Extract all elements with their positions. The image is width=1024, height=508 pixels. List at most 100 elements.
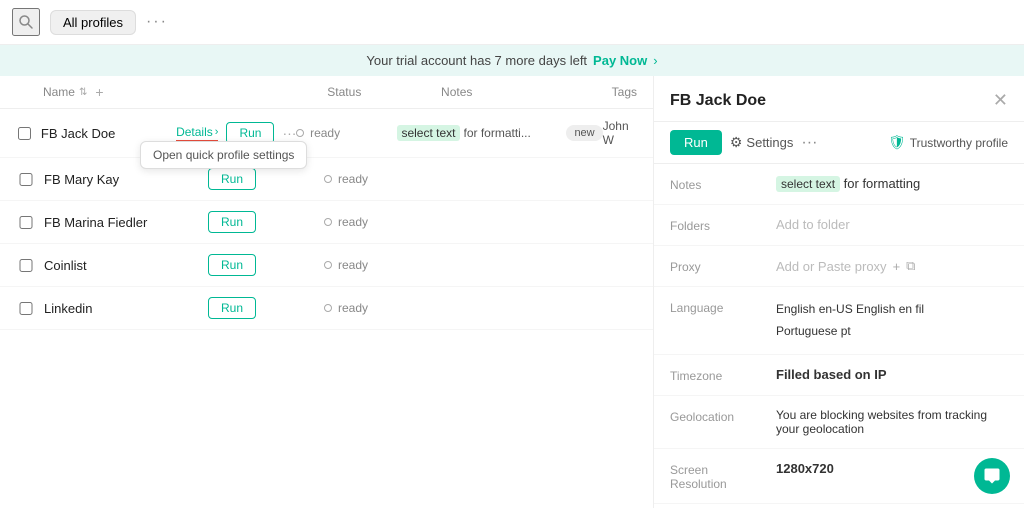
- status-text: ready: [338, 172, 368, 186]
- sort-icon[interactable]: ⇅: [79, 87, 87, 98]
- notes-highlight: select text: [776, 176, 840, 192]
- tooltip: Open quick profile settings: [140, 141, 307, 169]
- gear-icon: ⚙: [730, 134, 743, 151]
- note-highlight: select text: [397, 125, 459, 141]
- profile-name-cell: FB Mary Kay: [44, 172, 204, 187]
- language-value: English en-US English en fil Portuguese …: [776, 299, 1008, 342]
- toolbar-more-button[interactable]: ···: [801, 134, 817, 152]
- language-label: Language: [670, 299, 760, 315]
- right-panel-content: Notes select text for formatting Folders…: [654, 164, 1024, 508]
- status-cell: ready: [324, 172, 444, 186]
- notes-label: Notes: [670, 176, 760, 192]
- pay-now-link[interactable]: Pay Now: [593, 53, 647, 68]
- details-link[interactable]: Details ›: [176, 125, 218, 142]
- profile-name: Coinlist: [44, 258, 87, 273]
- row-checkbox[interactable]: [16, 216, 36, 229]
- shield-icon: 🛡: [888, 134, 906, 151]
- proxy-label: Proxy: [670, 258, 760, 274]
- notes-value: select text for formatting: [776, 176, 1008, 191]
- toolbar-run-button[interactable]: Run: [670, 130, 722, 155]
- run-button[interactable]: Run: [208, 297, 256, 319]
- language-detail-row: Language English en-US English en fil Po…: [654, 287, 1024, 355]
- status-indicator: [324, 175, 332, 183]
- profile-name: Linkedin: [44, 301, 92, 316]
- user-badge: John W: [603, 119, 637, 147]
- status-text: ready: [338, 258, 368, 272]
- note-text: for formatti...: [464, 126, 531, 140]
- run-button[interactable]: Run: [208, 168, 256, 190]
- right-panel-header: FB Jack Doe ✕: [654, 76, 1024, 122]
- profile-name-cell: FB Marina Fiedler: [44, 215, 204, 230]
- table-row: Coinlist Run ready: [0, 244, 653, 287]
- profile-name: FB Marina Fiedler: [44, 215, 147, 230]
- status-text: ready: [310, 126, 340, 140]
- table-row: Linkedin Run ready: [0, 287, 653, 330]
- status-indicator: [324, 304, 332, 312]
- profile-name: FB Jack Doe: [41, 126, 115, 141]
- cookies-detail-row: Cookies no cookies: [654, 504, 1024, 508]
- language-line2: Portuguese pt: [776, 321, 1008, 343]
- status-cell: ready: [324, 215, 444, 229]
- geolocation-value: You are blocking websites from tracking …: [776, 408, 1008, 436]
- row-checkbox[interactable]: [16, 259, 36, 272]
- profile-name-cell: Coinlist: [44, 258, 204, 273]
- row-checkbox[interactable]: [16, 173, 36, 186]
- language-line1: English en-US English en fil: [776, 299, 1008, 321]
- chat-button[interactable]: [974, 458, 1010, 494]
- proxy-detail-row: Proxy Add or Paste proxy + ⧉: [654, 246, 1024, 287]
- status-text: ready: [338, 215, 368, 229]
- profiles-table: FB Jack Doe Details › Run ··· ready sele…: [0, 109, 653, 508]
- banner-arrow: ›: [653, 53, 657, 68]
- notes-cell: select text for formatti...: [397, 125, 566, 141]
- timezone-label: Timezone: [670, 367, 760, 383]
- trial-text: Your trial account has 7 more days left: [366, 53, 587, 68]
- trial-banner: Your trial account has 7 more days left …: [0, 45, 1024, 76]
- table-row: FB Jack Doe Details › Run ··· ready sele…: [0, 109, 653, 158]
- row-checkbox[interactable]: [16, 302, 36, 315]
- close-button[interactable]: ✕: [993, 90, 1008, 111]
- settings-button[interactable]: ⚙ Settings: [730, 134, 794, 151]
- run-button[interactable]: Run: [208, 211, 256, 233]
- right-panel-toolbar: Run ⚙ Settings ··· 🛡 Trustworthy profile: [654, 122, 1024, 164]
- proxy-add-icon[interactable]: +: [893, 259, 901, 274]
- screen-resolution-detail-row: Screen Resolution 1280x720: [654, 449, 1024, 504]
- profile-name: FB Mary Kay: [44, 172, 119, 187]
- table-row: FB Marina Fiedler Run ready: [0, 201, 653, 244]
- details-arrow-icon: ›: [215, 126, 219, 138]
- table-row: FB Mary Kay Run ready: [0, 158, 653, 201]
- row-more-button[interactable]: ···: [282, 125, 296, 141]
- tag-badge: new: [566, 125, 602, 141]
- proxy-value: Add or Paste proxy + ⧉: [776, 258, 1008, 274]
- proxy-placeholder[interactable]: Add or Paste proxy: [776, 259, 887, 274]
- folders-detail-row: Folders Add to folder: [654, 205, 1024, 246]
- table-header: Name ⇅ + Status Notes Tags: [0, 76, 653, 109]
- column-status: Status: [327, 85, 441, 99]
- search-button[interactable]: [12, 8, 40, 36]
- screen-resolution-label: Screen Resolution: [670, 461, 760, 491]
- folders-placeholder[interactable]: Add to folder: [776, 217, 850, 232]
- proxy-copy-icon[interactable]: ⧉: [906, 258, 915, 274]
- run-button[interactable]: Run: [208, 254, 256, 276]
- status-cell: ready: [324, 301, 444, 315]
- column-notes: Notes: [441, 85, 612, 99]
- status-cell: ready: [296, 126, 397, 140]
- settings-label: Settings: [746, 135, 793, 150]
- row-checkbox[interactable]: [16, 127, 33, 140]
- column-name: Name ⇅ +: [43, 84, 214, 100]
- add-profile-icon[interactable]: +: [95, 84, 103, 100]
- trustworthy-label: Trustworthy profile: [910, 136, 1008, 150]
- trustworthy-badge: 🛡 Trustworthy profile: [888, 134, 1008, 151]
- status-text: ready: [338, 301, 368, 315]
- status-indicator: [324, 261, 332, 269]
- geolocation-detail-row: Geolocation You are blocking websites fr…: [654, 396, 1024, 449]
- all-profiles-button[interactable]: All profiles: [50, 10, 136, 35]
- profile-name-cell: FB Jack Doe: [41, 126, 176, 141]
- folders-label: Folders: [670, 217, 760, 233]
- timezone-value: Filled based on IP: [776, 367, 1008, 382]
- geolocation-label: Geolocation: [670, 408, 760, 424]
- profile-name-cell: Linkedin: [44, 301, 204, 316]
- more-options-button[interactable]: ···: [146, 13, 168, 31]
- notes-suffix: for formatting: [844, 176, 921, 191]
- timezone-detail-row: Timezone Filled based on IP: [654, 355, 1024, 396]
- status-cell: ready: [324, 258, 444, 272]
